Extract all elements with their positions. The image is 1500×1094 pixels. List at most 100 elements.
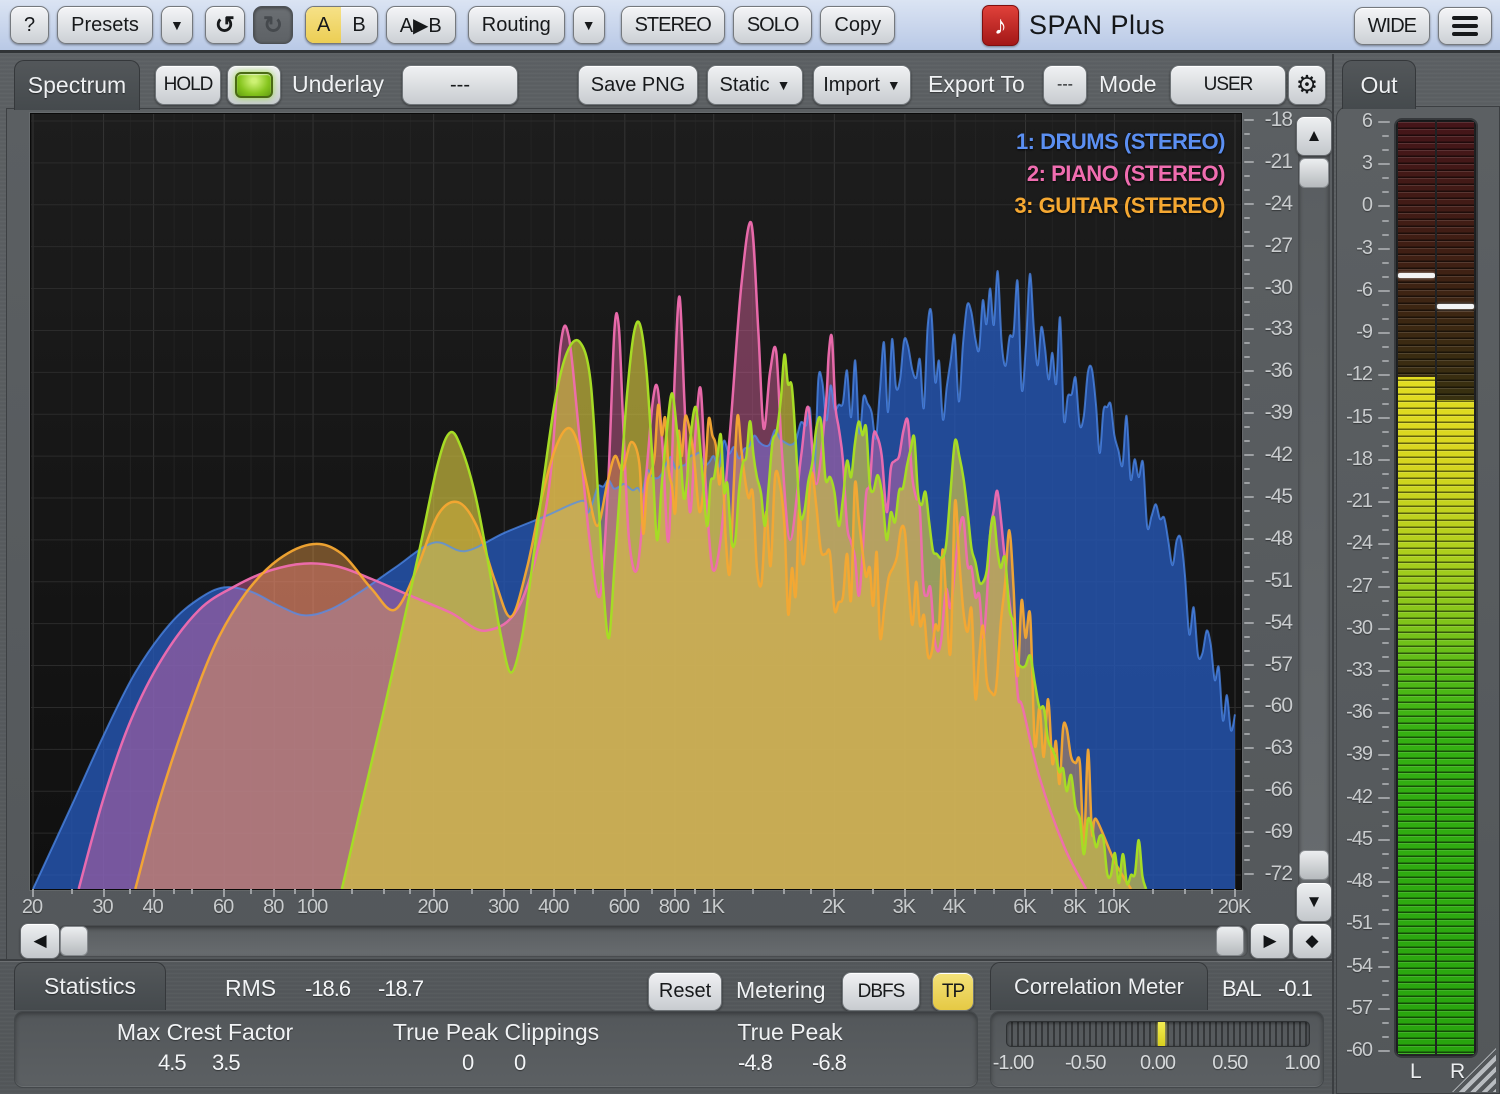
static-dropdown-button[interactable]: Static▼ xyxy=(707,65,803,105)
scroll-down-button[interactable]: ▼ xyxy=(1296,882,1332,922)
solo-button[interactable]: SOLO xyxy=(733,6,813,44)
scroll-right-button[interactable]: ▶ xyxy=(1250,923,1290,959)
hold-button[interactable]: HOLD xyxy=(155,65,221,105)
freq-scale-label: 30 xyxy=(92,896,112,919)
spectrum-enable-toggle[interactable] xyxy=(227,65,281,105)
help-button[interactable]: ? xyxy=(10,6,49,44)
db-tick xyxy=(1244,482,1250,484)
ab-b-segment[interactable]: B xyxy=(341,7,376,43)
out-meter-tick xyxy=(1382,825,1389,827)
out-meter-tick xyxy=(1382,909,1389,911)
wide-button[interactable]: WIDE xyxy=(1354,7,1430,45)
presets-dropdown-button[interactable]: ▼ xyxy=(161,6,193,44)
out-meter-tick xyxy=(1382,783,1389,785)
output-level-meter xyxy=(1394,118,1478,1058)
export-to-button[interactable]: --- xyxy=(1043,65,1087,105)
freq-scale-label: 80 xyxy=(263,896,283,919)
true-peak-right-value: -6.8 xyxy=(812,1050,846,1076)
out-meter-label: -15 xyxy=(1330,406,1372,429)
vertical-scrollbar-thumb-bottom[interactable] xyxy=(1299,850,1329,880)
import-dropdown-button[interactable]: Import▼ xyxy=(813,65,911,105)
freq-tick xyxy=(993,889,995,894)
save-png-button[interactable]: Save PNG xyxy=(578,65,698,105)
vertical-scrollbar-thumb-top[interactable] xyxy=(1299,158,1329,188)
freq-tick xyxy=(752,889,754,894)
horizontal-scrollbar-track[interactable] xyxy=(58,925,1248,957)
out-meter-tick xyxy=(1382,600,1389,602)
db-tick xyxy=(1244,691,1250,693)
out-meter-tick xyxy=(1378,417,1390,419)
db-tick xyxy=(1244,384,1250,386)
out-meter-tick xyxy=(1378,839,1390,841)
horizontal-scrollbar-thumb-right[interactable] xyxy=(1216,926,1244,956)
ab-a-segment[interactable]: A xyxy=(306,7,341,43)
out-meter-label: -39 xyxy=(1330,743,1372,766)
tab-out[interactable]: Out xyxy=(1342,60,1416,109)
routing-dropdown-button[interactable]: ▼ xyxy=(573,6,605,44)
metering-label: Metering xyxy=(736,977,825,1004)
db-scale-label: -66 xyxy=(1248,778,1292,802)
out-meter-tick xyxy=(1378,163,1390,165)
db-tick xyxy=(1244,147,1250,149)
out-meter-tick xyxy=(1382,149,1389,151)
ab-compare-switch[interactable]: AB xyxy=(305,6,378,44)
correlation-scale-label: -1.00 xyxy=(993,1052,1034,1075)
freq-tick xyxy=(1051,889,1053,894)
tab-statistics[interactable]: Statistics xyxy=(14,962,166,1010)
out-meter-tick xyxy=(1382,473,1389,475)
out-meter-tick xyxy=(1382,318,1389,320)
out-meter-tick xyxy=(1382,403,1389,405)
redo-button[interactable]: ↻ xyxy=(253,6,293,44)
horizontal-scrollbar-thumb-left[interactable] xyxy=(60,926,88,956)
out-meter-tick xyxy=(1378,248,1390,250)
db-tick xyxy=(1244,775,1250,777)
out-meter-tick xyxy=(1382,487,1389,489)
menu-button[interactable] xyxy=(1438,7,1492,45)
freq-tick xyxy=(810,889,812,894)
spectrum-display[interactable]: 1: DRUMS (STEREO) 2: PIANO (STEREO) 3: G… xyxy=(30,113,1242,890)
out-meter-label: 0 xyxy=(1330,194,1372,217)
tab-correlation-meter[interactable]: Correlation Meter xyxy=(990,962,1208,1010)
copy-button[interactable]: Copy xyxy=(820,6,895,44)
db-tick xyxy=(1244,217,1250,219)
reset-button[interactable]: Reset xyxy=(648,972,722,1011)
vertical-scrollbar-track[interactable] xyxy=(1298,116,1330,922)
scroll-left-button[interactable]: ◀ xyxy=(20,923,60,959)
tab-spectrum[interactable]: Spectrum xyxy=(14,60,140,110)
underlay-select-button[interactable]: --- xyxy=(402,65,518,105)
dbfs-button[interactable]: DBFS xyxy=(842,972,920,1011)
db-tick xyxy=(1244,845,1250,847)
routing-button[interactable]: Routing xyxy=(468,6,565,44)
span-plus-window: ? Presets ▼ ↺ ↻ AB A▶B Routing ▼ STEREO … xyxy=(0,0,1500,1094)
chevron-down-icon: ▼ xyxy=(582,17,596,33)
out-meter-tick xyxy=(1382,656,1389,658)
out-meter-tick xyxy=(1378,543,1390,545)
freq-tick xyxy=(1211,889,1213,894)
stereo-button[interactable]: STEREO xyxy=(621,6,725,44)
db-tick xyxy=(1244,301,1250,303)
zoom-reset-button[interactable]: ◆ xyxy=(1292,923,1332,959)
out-meter-label: -36 xyxy=(1330,701,1372,724)
db-tick xyxy=(1244,803,1250,805)
db-tick xyxy=(1244,608,1250,610)
undo-button[interactable]: ↺ xyxy=(205,6,245,44)
db-scale-label: -30 xyxy=(1248,276,1292,300)
true-peak-toggle-button[interactable]: TP xyxy=(932,972,974,1011)
db-tick xyxy=(1244,552,1250,554)
scroll-up-button[interactable]: ▲ xyxy=(1296,116,1332,156)
db-scale-label: -51 xyxy=(1248,569,1292,593)
settings-button[interactable]: ⚙ xyxy=(1288,65,1326,105)
db-tick xyxy=(1244,175,1250,177)
mode-user-button[interactable]: USER xyxy=(1170,65,1286,105)
db-tick xyxy=(1244,636,1250,638)
rms-right-value: -18.7 xyxy=(378,976,423,1002)
freq-scale-label: 20K xyxy=(1218,896,1251,919)
out-meter-tick xyxy=(1382,726,1389,728)
a-to-b-button[interactable]: A▶B xyxy=(386,6,456,44)
freq-scale-label: 40 xyxy=(142,896,162,919)
db-tick xyxy=(1244,440,1250,442)
out-meter-label: -51 xyxy=(1330,912,1372,935)
presets-button[interactable]: Presets xyxy=(57,6,153,44)
mode-label: Mode xyxy=(1099,71,1157,98)
freq-scale-label: 20 xyxy=(22,896,42,919)
